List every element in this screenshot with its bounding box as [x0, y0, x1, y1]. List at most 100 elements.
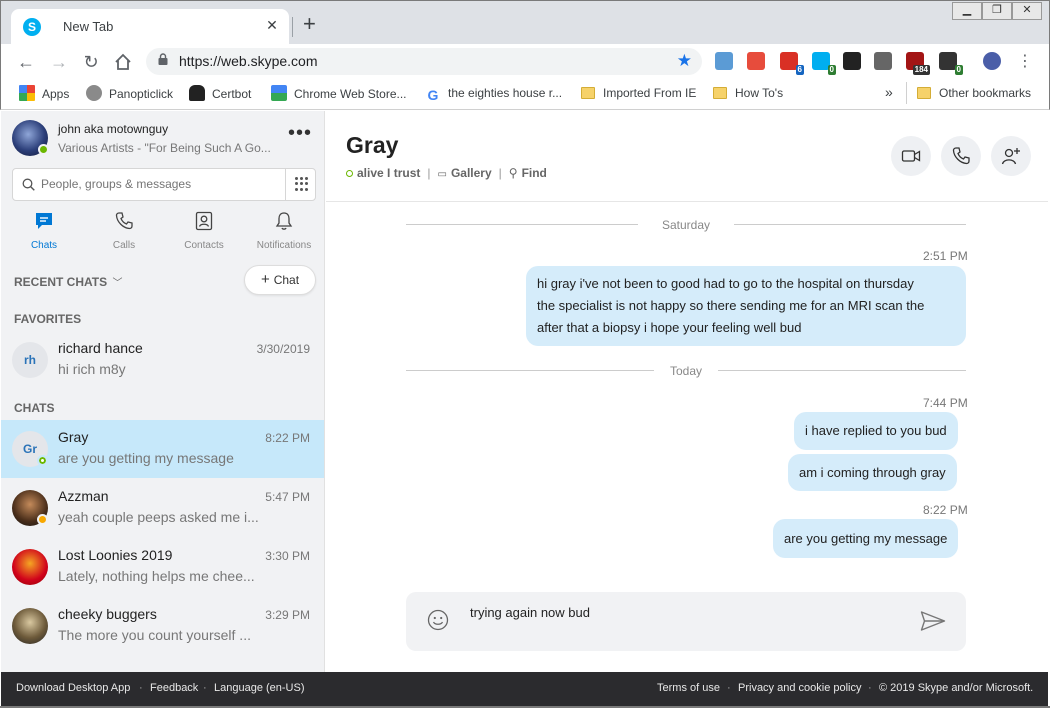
recent-chats-dropdown[interactable]: RECENT CHATS ﹀ — [14, 274, 122, 289]
date-divider-label: Saturday — [661, 218, 711, 232]
bookmark-certbot[interactable]: Certbot — [189, 85, 251, 103]
message-timestamp: 8:22 PM — [923, 503, 968, 517]
extension-badge: 184 — [912, 65, 930, 75]
footer-separator: · — [868, 682, 872, 694]
ghostery-ext-icon[interactable]: 0 — [812, 52, 836, 75]
conversation-meta: alive I trust | ▭ Gallery | ⚲ Find — [346, 166, 547, 180]
message-input[interactable] — [470, 605, 890, 620]
video-call-button[interactable] — [891, 136, 931, 176]
reload-icon[interactable]: ↻ — [79, 50, 103, 74]
tab-chats[interactable]: Chats — [4, 211, 84, 251]
red-building-ext-icon[interactable]: 184 — [906, 52, 930, 75]
message-timestamp: 2:51 PM — [923, 249, 968, 263]
bookmark-star-icon[interactable]: ★ — [677, 51, 692, 71]
bookmark-imported-from-ie[interactable]: Imported From IE — [581, 85, 696, 103]
feedback-link[interactable]: Feedback — [150, 682, 198, 694]
chat-name: Azzman — [58, 488, 109, 504]
certbot-icon — [189, 85, 205, 101]
home-icon[interactable] — [111, 50, 135, 74]
profile-name[interactable]: john aka motownguy — [58, 122, 168, 136]
bookmark-chrome-web-store[interactable]: Chrome Web Store... — [271, 85, 407, 103]
video-camera-icon — [901, 150, 921, 162]
browser-tab[interactable]: S New Tab ✕ — [11, 9, 289, 45]
message-bubble[interactable]: hi gray i've not been to good had to go … — [526, 266, 966, 346]
chat-time: 3:30 PM — [265, 549, 310, 563]
chat-preview: hi rich m8y — [58, 361, 126, 377]
send-icon[interactable] — [920, 610, 946, 632]
gallery-link[interactable]: ▭ Gallery — [437, 166, 491, 180]
spiral-ext-icon[interactable] — [843, 52, 861, 70]
bookmarks-overflow-button[interactable]: » — [885, 85, 893, 103]
new-tab-icon[interactable]: + — [303, 13, 316, 35]
browser-toolbar: ← → ↻ https://web.skype.com ★ 6 0 184 0 ⋮ — [0, 44, 1050, 78]
back-arrow-icon[interactable]: ← — [14, 50, 38, 74]
bookmarks-separator — [906, 82, 907, 104]
search-input[interactable] — [41, 177, 281, 191]
conversation-panel: Gray alive I trust | ▭ Gallery | ⚲ Find Saturd… — [326, 111, 1048, 672]
more-options-icon[interactable]: ••• — [288, 123, 312, 143]
tab-contacts[interactable]: Contacts — [164, 211, 244, 251]
language-link[interactable]: Language (en-US) — [214, 682, 305, 694]
audio-call-button[interactable] — [941, 136, 981, 176]
emoji-icon[interactable] — [427, 609, 449, 631]
privacy-policy-link[interactable]: Privacy and cookie policy — [738, 682, 862, 694]
minimize-window-button[interactable]: ▁ — [952, 2, 982, 20]
chat-item-lost-loonies[interactable]: Lost Loonies 2019 Lately, nothing helps … — [1, 538, 324, 596]
add-person-icon — [1001, 148, 1020, 165]
bookmark-how-tos[interactable]: How To's — [713, 85, 783, 103]
away-presence-icon — [37, 514, 48, 525]
gem-ext-icon[interactable] — [747, 52, 765, 70]
chat-item-gray[interactable]: Gr Gray are you getting my message 8:22 … — [1, 420, 324, 478]
tab-close-icon[interactable]: ✕ — [263, 17, 281, 34]
message-bubble[interactable]: am i coming through gray — [788, 454, 957, 491]
new-chat-button[interactable]: + Chat — [244, 265, 316, 295]
bell-icon — [275, 212, 293, 230]
chat-preview: Lately, nothing helps me chee... — [58, 568, 255, 584]
date-divider-today: Today — [406, 361, 966, 381]
terms-of-use-link[interactable]: Terms of use — [657, 682, 720, 694]
footer-separator: · — [727, 682, 731, 694]
bookmark-other-bookmarks[interactable]: Other bookmarks — [917, 85, 1031, 103]
conversation-title[interactable]: Gray — [346, 132, 398, 159]
address-bar[interactable]: https://web.skype.com ★ — [146, 48, 702, 75]
message-timestamp: 7:44 PM — [923, 396, 968, 410]
add-participant-button[interactable] — [991, 136, 1031, 176]
find-link[interactable]: ⚲ Find — [509, 166, 547, 180]
close-window-button[interactable]: ✕ — [1012, 2, 1042, 20]
message-composer[interactable] — [406, 592, 966, 651]
download-ext-icon[interactable] — [715, 52, 733, 70]
tab-notifications-label: Notifications — [256, 240, 312, 251]
skype-favicon-icon: S — [23, 18, 41, 36]
bookmark-apps[interactable]: Apps — [19, 85, 69, 103]
search-icon: ⚲ — [508, 166, 518, 180]
dialpad-icon[interactable] — [295, 177, 309, 191]
search-box[interactable] — [12, 168, 316, 201]
bookmark-eighties-house[interactable]: Gthe eighties house r... — [425, 85, 563, 103]
chat-item-azzman[interactable]: Azzman yeah couple peeps asked me i... 5… — [1, 479, 324, 537]
tab-calls[interactable]: Calls — [84, 211, 164, 251]
search-icon — [22, 178, 35, 191]
copyright-text: © 2019 Skype and/or Microsoft. — [879, 682, 1034, 694]
forward-arrow-icon[interactable]: → — [47, 50, 71, 74]
chat-preview: yeah couple peeps asked me i... — [58, 509, 259, 525]
chat-time: 3:29 PM — [265, 608, 310, 622]
message-bubble[interactable]: are you getting my message — [773, 519, 959, 558]
download-desktop-app-link[interactable]: Download Desktop App — [16, 682, 130, 694]
car-ext-icon[interactable]: 0 — [939, 52, 963, 75]
tab-separator — [292, 17, 293, 37]
profile-mood[interactable]: Various Artists - "For Being Such A Go..… — [58, 141, 273, 155]
music-ext-icon[interactable] — [983, 52, 1001, 70]
date-divider-label: Today — [669, 364, 703, 378]
tab-notifications[interactable]: Notifications — [244, 211, 324, 251]
scissors-ext-icon[interactable] — [874, 52, 892, 70]
chats-label: CHATS — [14, 401, 55, 415]
chrome-menu-icon[interactable]: ⋮ — [1013, 50, 1037, 74]
chat-item-cheeky-buggers[interactable]: cheeky buggers The more you count yourse… — [1, 597, 324, 655]
message-line: hi gray i've not been to good had to go … — [537, 276, 914, 291]
chat-item-richard-hance[interactable]: rh richard hance hi rich m8y 3/30/2019 — [1, 331, 324, 389]
red-c-ext-icon[interactable]: 6 — [780, 52, 804, 75]
avatar — [12, 608, 48, 644]
bookmark-panopticlick[interactable]: Panopticlick — [86, 85, 173, 103]
maximize-window-button[interactable]: ❐ — [982, 2, 1012, 20]
message-bubble[interactable]: i have replied to you bud — [794, 412, 958, 450]
